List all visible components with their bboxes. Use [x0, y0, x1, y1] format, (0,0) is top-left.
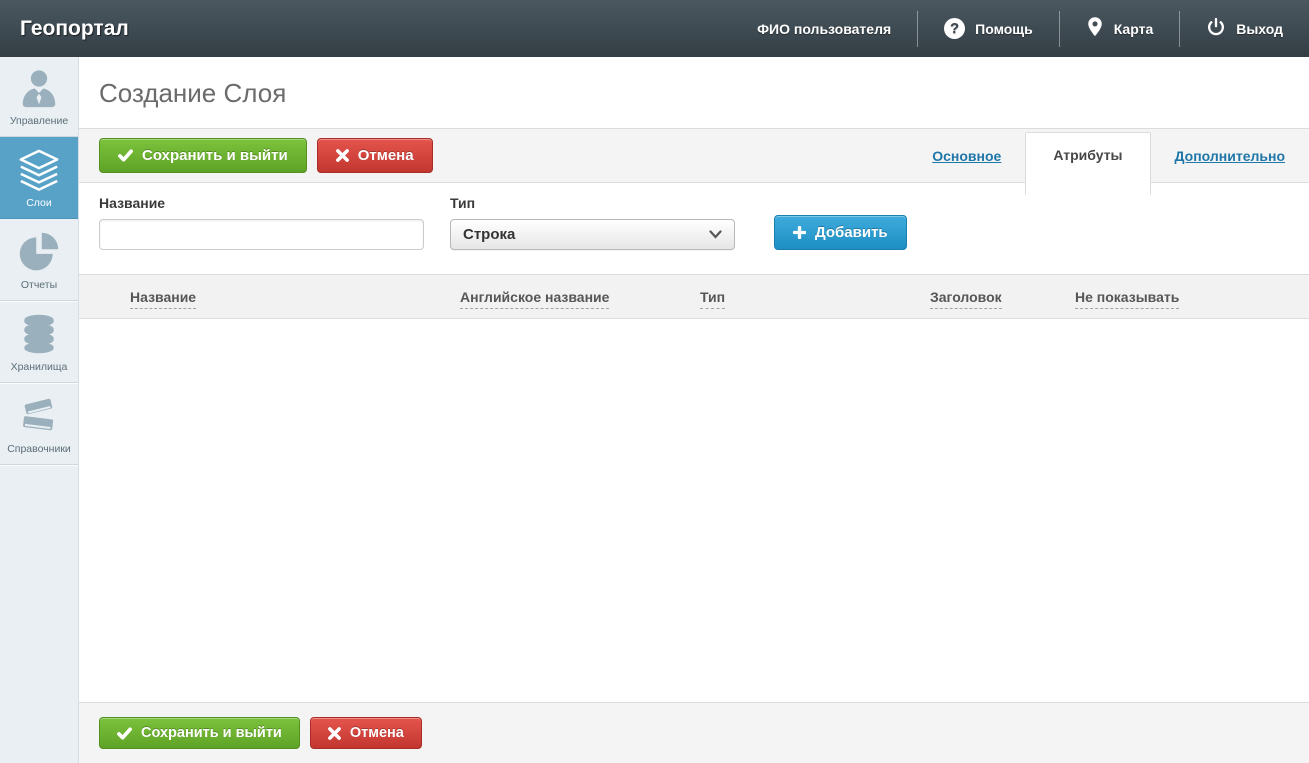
sidebar-item-label: Хранилища [2, 361, 76, 373]
column-header-hide: Не показывать [1075, 289, 1309, 305]
layers-icon [2, 148, 76, 192]
save-exit-button[interactable]: Сохранить и выйти [99, 138, 307, 173]
column-header-name: Название [130, 289, 460, 305]
sidebar-item-label: Управление [2, 115, 76, 127]
database-icon [2, 312, 76, 356]
name-input[interactable] [99, 219, 424, 250]
type-field-label: Тип [450, 195, 735, 211]
map-label: Карта [1114, 21, 1154, 37]
user-icon [2, 68, 76, 110]
main-panel: Создание Слоя Сохранить и выйти Отмена О… [79, 57, 1309, 763]
sidebar-item-label: Отчеты [2, 279, 76, 291]
cancel-label: Отмена [358, 147, 414, 164]
type-select[interactable]: Строка [450, 219, 735, 250]
column-header-title: Заголовок [930, 289, 1075, 305]
cancel-button-bottom[interactable]: Отмена [310, 717, 422, 749]
pie-chart-icon [2, 230, 76, 274]
cancel-label: Отмена [350, 725, 404, 741]
bottom-toolbar: Сохранить и выйти Отмена [79, 702, 1309, 763]
logout-menu-item[interactable]: Выход [1180, 0, 1285, 57]
name-field-group: Название [99, 195, 424, 250]
tab-attributes[interactable]: Атрибуты [1025, 132, 1150, 195]
attributes-table-header: Название Английское название Тип Заголов… [79, 274, 1309, 319]
top-navbar: Геопортал ФИО пользователя ? Помощь Карт… [0, 0, 1309, 57]
help-icon: ? [944, 18, 965, 39]
brand-logo[interactable]: Геопортал [20, 17, 129, 41]
power-icon [1206, 17, 1226, 40]
map-menu-item[interactable]: Карта [1060, 0, 1180, 57]
page-title: Создание Слоя [99, 78, 1289, 109]
chevron-down-icon [709, 226, 722, 244]
map-pin-icon [1086, 16, 1104, 41]
plus-icon [793, 226, 806, 239]
save-exit-label: Сохранить и выйти [142, 147, 288, 164]
tab-main[interactable]: Основное [908, 148, 1025, 164]
name-field-label: Название [99, 195, 424, 211]
navbar-right: ФИО пользователя ? Помощь Карта [731, 0, 1285, 57]
type-select-value: Строка [463, 226, 515, 243]
sidebar-item-label: Справочники [2, 443, 76, 455]
app-window: Геопортал ФИО пользователя ? Помощь Карт… [0, 0, 1309, 763]
add-button-wrap: Добавить [774, 215, 907, 250]
top-toolbar: Сохранить и выйти Отмена Основное Атрибу… [79, 128, 1309, 183]
column-header-english-name: Английское название [460, 289, 700, 305]
help-label: Помощь [975, 21, 1033, 37]
sidebar-item-directories[interactable]: Справочники [0, 383, 78, 465]
books-icon [2, 394, 76, 438]
sidebar-item-management[interactable]: Управление [0, 57, 78, 137]
sidebar-item-label: Слои [2, 197, 76, 209]
add-label: Добавить [815, 224, 888, 241]
type-field-group: Тип Строка [450, 195, 735, 250]
help-menu-item[interactable]: ? Помощь [918, 0, 1059, 57]
tab-additional[interactable]: Дополнительно [1151, 148, 1309, 164]
attribute-form: Название Тип Строка Добавить [79, 183, 1309, 274]
save-exit-button-bottom[interactable]: Сохранить и выйти [99, 717, 300, 749]
user-menu[interactable]: ФИО пользователя [731, 21, 917, 37]
add-button[interactable]: Добавить [774, 215, 907, 250]
sidebar-item-reports[interactable]: Отчеты [0, 219, 78, 301]
title-bar: Создание Слоя [79, 57, 1309, 128]
x-icon [328, 727, 341, 740]
check-icon [118, 149, 133, 162]
column-header-type: Тип [700, 289, 930, 305]
sidebar-item-storages[interactable]: Хранилища [0, 301, 78, 383]
tab-bar: Основное Атрибуты Дополнительно [908, 129, 1309, 182]
content-wrapper: Управление Слои [0, 57, 1309, 763]
sidebar: Управление Слои [0, 57, 79, 763]
check-icon [117, 727, 132, 740]
x-icon [336, 149, 349, 162]
sidebar-item-layers[interactable]: Слои [0, 137, 78, 219]
save-exit-label: Сохранить и выйти [141, 725, 282, 741]
cancel-button[interactable]: Отмена [317, 138, 433, 173]
logout-label: Выход [1236, 21, 1283, 37]
attributes-table-body [79, 319, 1309, 702]
